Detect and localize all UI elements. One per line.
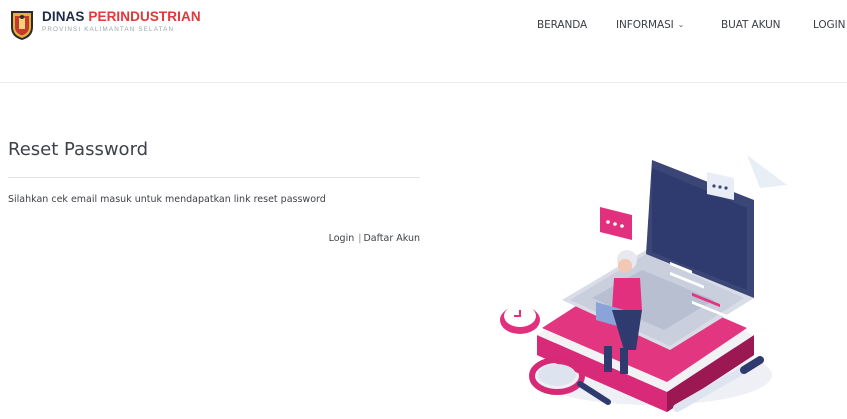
register-link[interactable]: Daftar Akun [363,233,420,244]
brand-title-part2: PERINDUSTRIAN [88,9,201,24]
brand-title: DINAS PERINDUSTRIAN [42,9,201,25]
brand-subtitle: PROVINSI KALIMANTAN SELATAN [42,26,175,33]
nav-login[interactable]: LOGIN [813,19,845,31]
reset-password-illustration [500,155,787,412]
link-separator: | [358,233,362,244]
login-link[interactable]: Login [329,233,355,244]
site-header: DINAS PERINDUSTRIAN PROVINSI KALIMANTAN … [0,0,847,83]
nav-buat-akun[interactable]: BUAT AKUN [721,19,781,31]
brand-title-part1: DINAS [42,9,89,24]
nav-informasi-label: INFORMASI [616,19,674,31]
reset-message: Silahkan cek email masuk untuk mendapatk… [8,194,326,205]
nav-informasi[interactable]: INFORMASI ⌄ [616,19,684,31]
chevron-down-icon: ⌄ [677,20,685,29]
page-title: Reset Password [8,139,149,160]
auth-links: Login | Daftar Akun [329,233,420,244]
brand[interactable]: DINAS PERINDUSTRIAN PROVINSI KALIMANTAN … [42,9,201,33]
title-divider [8,177,420,178]
logo-emblem-icon[interactable] [9,9,35,41]
nav-beranda[interactable]: BERANDA [537,19,587,31]
